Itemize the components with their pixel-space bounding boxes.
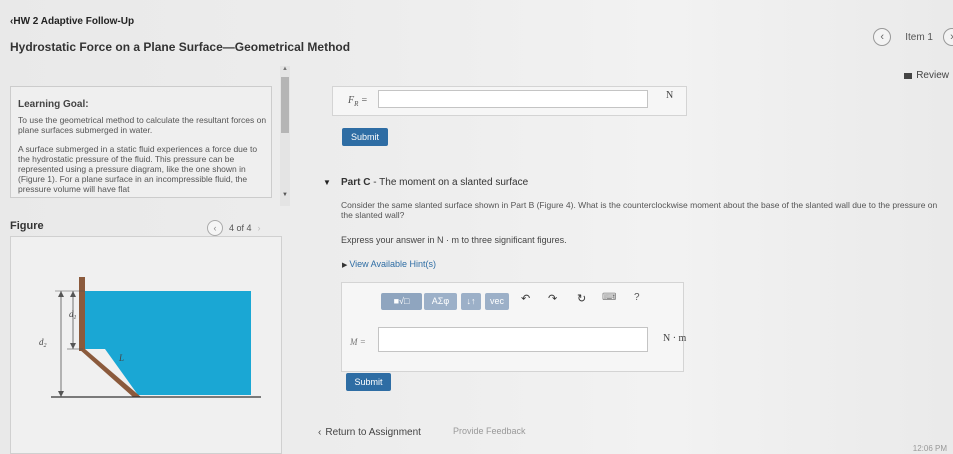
moment-label: M =: [350, 337, 366, 347]
page-title: Hydrostatic Force on a Plane Surface—Geo…: [10, 40, 351, 54]
reset-icon[interactable]: ↻: [577, 292, 586, 305]
review-link[interactable]: Review: [904, 70, 949, 81]
dimension-arrow: [58, 291, 64, 297]
keyboard-icon[interactable]: ⌨: [602, 292, 616, 303]
view-hints-link[interactable]: ▶ View Available Hint(s): [342, 259, 436, 269]
moment-answer-input[interactable]: [378, 327, 648, 352]
part-b-submit-button[interactable]: Submit: [342, 128, 388, 146]
return-to-assignment-link[interactable]: ‹ Return to Assignment: [318, 427, 421, 438]
dimension-arrow: [58, 391, 64, 397]
chevron-right-icon: ›: [257, 223, 261, 233]
figure-prev-button[interactable]: ‹: [207, 220, 223, 236]
figure-page-count: 4 of 4: [229, 223, 252, 233]
review-icon: [904, 72, 913, 79]
provide-feedback-link[interactable]: Provide Feedback: [453, 426, 526, 436]
fr-label: FR =: [348, 95, 368, 108]
fr-answer-input[interactable]: [378, 90, 648, 108]
part-c-question: Consider the same slanted surface shown …: [341, 200, 938, 220]
templates-button[interactable]: ■√□: [381, 293, 422, 310]
label-d1: d1: [69, 309, 77, 321]
item-navigation: ‹ Item 1 ›: [873, 28, 953, 46]
help-icon[interactable]: ?: [634, 292, 640, 303]
next-item-button[interactable]: ›: [943, 28, 953, 46]
figure-next-button[interactable]: ›: [258, 223, 261, 233]
learning-goal-text: To use the geometrical method to calcula…: [18, 115, 267, 135]
undo-icon[interactable]: ↶: [521, 292, 530, 305]
figure-pager: ‹ 4 of 4 ›: [207, 220, 261, 236]
dimension-arrow: [70, 343, 76, 349]
label-d2: d2: [39, 337, 47, 349]
greek-symbols-button[interactable]: ΑΣφ: [424, 293, 457, 310]
item-label: Item 1: [905, 31, 933, 43]
answer-instructions: Express your answer in N · m to three si…: [341, 235, 567, 245]
water-body: [85, 291, 251, 395]
figure-label: Figure: [10, 220, 44, 232]
collapse-caret-icon[interactable]: ▼: [323, 178, 331, 187]
fr-unit: N: [666, 90, 674, 101]
prev-item-button[interactable]: ‹: [873, 28, 892, 46]
part-c-submit-button[interactable]: Submit: [346, 373, 391, 391]
slanted-wall-diagram: d1 d2 L: [39, 277, 261, 398]
chevron-left-icon: ‹: [213, 223, 217, 233]
scroll-down-icon[interactable]: ▼: [282, 192, 288, 198]
clock: 12:06 PM: [912, 444, 947, 453]
scroll-up-icon[interactable]: ▲: [282, 66, 288, 72]
vector-button[interactable]: vec: [485, 293, 509, 310]
part-c-title[interactable]: Part C - The moment on a slanted surface: [341, 177, 528, 188]
chevron-left-icon: ‹: [880, 31, 885, 43]
dimension-arrow: [70, 291, 76, 297]
moment-unit: N · m: [663, 333, 687, 344]
vertical-wall: [79, 277, 85, 351]
back-link[interactable]: ‹HW 2 Adaptive Follow-Up: [10, 16, 134, 27]
learning-goal-heading: Learning Goal:: [18, 99, 89, 110]
redo-icon[interactable]: ↷: [548, 292, 557, 305]
learning-goal-description: A surface submerged in a static fluid ex…: [18, 144, 258, 194]
chevron-left-icon: ‹: [318, 427, 322, 438]
panel-scroll-thumb[interactable]: [281, 77, 289, 133]
figure-panel: d1 d2 L: [10, 236, 282, 454]
arrows-button[interactable]: ↓↑: [461, 293, 481, 310]
label-L: L: [118, 353, 124, 363]
